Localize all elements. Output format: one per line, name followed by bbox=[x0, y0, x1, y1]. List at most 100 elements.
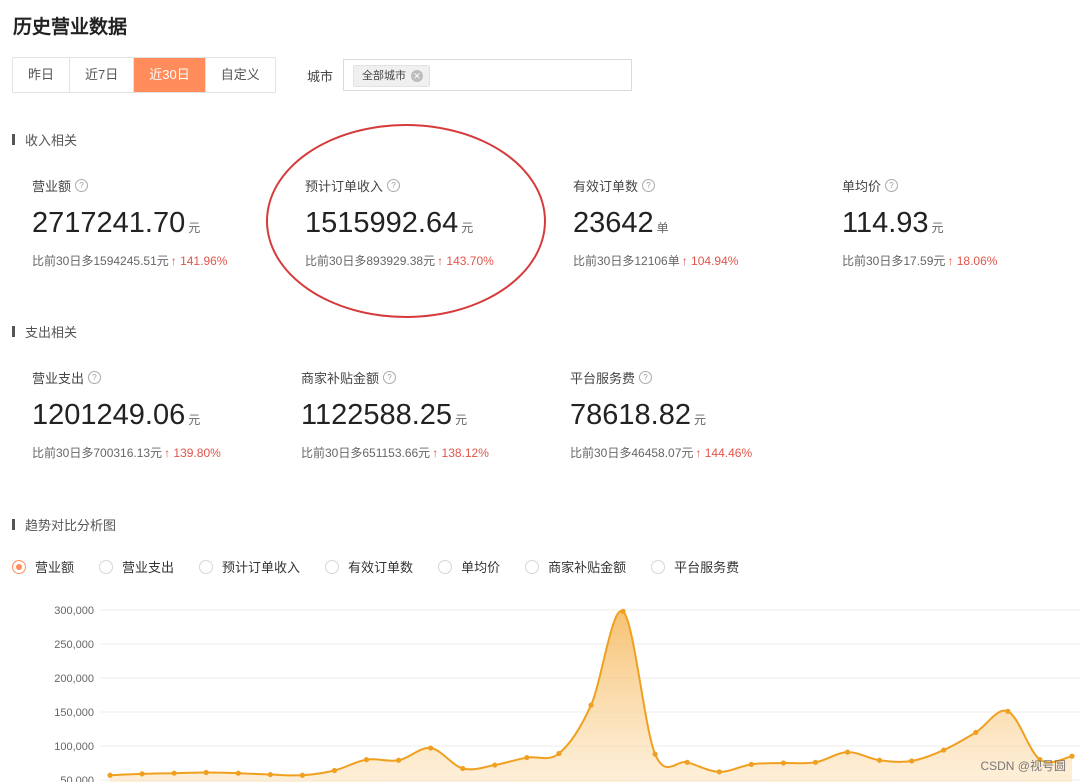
option-label: 预计订单收入 bbox=[222, 560, 301, 575]
city-tag: 全部城市 ✕ bbox=[353, 65, 430, 87]
metric-value: 78618.82 bbox=[570, 399, 691, 431]
metric-label: 营业额 bbox=[32, 179, 72, 194]
metric-value: 1122588.25 bbox=[301, 399, 453, 431]
help-icon[interactable]: ? bbox=[383, 371, 397, 384]
option-revenue[interactable]: 营业额 bbox=[12, 557, 74, 576]
metric-valid-orders: 有效订单数? 23642 单 比前30日多12106单 ↑ 104.94% bbox=[573, 176, 738, 269]
chart-data-point[interactable] bbox=[428, 745, 434, 751]
trend-section-title: 趋势对比分析图 bbox=[12, 515, 116, 534]
chart-data-point[interactable] bbox=[267, 771, 273, 778]
option-label: 营业额 bbox=[35, 560, 75, 575]
expense-section-title: 支出相关 bbox=[12, 322, 77, 341]
chart-data-point[interactable] bbox=[716, 769, 722, 775]
trend-metric-selector: 营业额 营业支出 预计订单收入 有效订单数 单均价 商家补贴金额 平台服务费 bbox=[12, 557, 764, 576]
chart-data-point[interactable] bbox=[524, 754, 530, 761]
close-icon[interactable]: ✕ bbox=[411, 70, 423, 82]
metric-compare: 比前30日多17.59元 bbox=[842, 254, 946, 268]
chart-data-point[interactable] bbox=[460, 765, 466, 772]
date-range-tabs: 昨日 近7日 近30日 自定义 bbox=[12, 57, 276, 93]
metric-label: 有效订单数 bbox=[573, 179, 639, 194]
help-icon[interactable]: ? bbox=[885, 179, 899, 192]
metric-change-pct: ↑ 144.46% bbox=[695, 446, 753, 460]
chart-data-point[interactable] bbox=[299, 772, 305, 778]
chart-data-point[interactable] bbox=[588, 702, 594, 708]
chart-data-point[interactable] bbox=[909, 758, 915, 764]
section-marker bbox=[12, 326, 15, 337]
city-tag-label: 全部城市 bbox=[362, 70, 406, 82]
metric-unit: 元 bbox=[931, 221, 944, 235]
metric-unit: 元 bbox=[693, 413, 706, 427]
chart-data-point[interactable] bbox=[780, 760, 787, 766]
tab-last-30-days[interactable]: 近30日 bbox=[134, 58, 206, 92]
chart-data-point[interactable] bbox=[492, 762, 498, 768]
chart-data-point[interactable] bbox=[363, 757, 370, 763]
page-title: 历史营业数据 bbox=[13, 17, 128, 38]
metric-unit: 元 bbox=[188, 413, 201, 427]
option-label: 营业支出 bbox=[122, 560, 175, 575]
metric-value: 114.93 bbox=[842, 207, 929, 239]
help-icon[interactable]: ? bbox=[642, 179, 656, 192]
trend-chart: 50,000 100,000 150,000 200,000 250,000 300,00… bbox=[54, 605, 1080, 782]
option-avg-order-price[interactable]: 单均价 bbox=[438, 557, 500, 576]
chart-data-point[interactable] bbox=[748, 761, 754, 767]
chart-data-point[interactable] bbox=[235, 770, 241, 776]
chart-data-point[interactable] bbox=[877, 757, 883, 763]
chart-data-point[interactable] bbox=[396, 757, 402, 763]
tab-custom[interactable]: 自定义 bbox=[206, 58, 275, 92]
radio-icon[interactable] bbox=[525, 559, 540, 574]
tab-last-7-days[interactable]: 近7日 bbox=[70, 58, 135, 92]
metric-change-pct: ↑ 141.96% bbox=[170, 254, 228, 268]
metric-compare: 比前30日多651153.66元 bbox=[301, 446, 431, 460]
option-valid-orders[interactable]: 有效订单数 bbox=[325, 557, 413, 576]
chart-data-point[interactable] bbox=[652, 751, 658, 757]
chart-data-point[interactable] bbox=[1069, 753, 1075, 759]
metric-value: 2717241.70 bbox=[32, 207, 186, 239]
tab-yesterday[interactable]: 昨日 bbox=[13, 58, 71, 92]
chart-data-point[interactable] bbox=[203, 769, 209, 776]
help-icon[interactable]: ? bbox=[75, 179, 89, 192]
chart-data-point[interactable] bbox=[620, 608, 626, 614]
chart-data-point[interactable] bbox=[844, 749, 851, 755]
radio-icon[interactable] bbox=[99, 559, 114, 574]
chart-data-point[interactable] bbox=[684, 759, 690, 765]
chart-data-point[interactable] bbox=[1005, 708, 1011, 714]
option-merchant-subsidy[interactable]: 商家补贴金额 bbox=[525, 557, 626, 576]
chart-data-point[interactable] bbox=[556, 750, 562, 757]
option-platform-service-fee[interactable]: 平台服务费 bbox=[651, 557, 739, 576]
metric-change-pct: ↑ 18.06% bbox=[947, 254, 998, 268]
radio-checked-icon[interactable] bbox=[12, 559, 26, 574]
y-tick-label: 100,000 bbox=[54, 741, 94, 753]
income-section-label: 收入相关 bbox=[25, 133, 78, 148]
metric-change-pct: ↑ 138.12% bbox=[432, 446, 489, 460]
option-expected-order-income[interactable]: 预计订单收入 bbox=[199, 557, 300, 576]
metric-operating-expense: 营业支出? 1201249.06 元 比前30日多700316.13元 ↑ 139.… bbox=[32, 368, 221, 461]
section-marker bbox=[12, 519, 15, 530]
radio-icon[interactable] bbox=[438, 559, 453, 574]
metric-label: 平台服务费 bbox=[570, 371, 636, 386]
city-select[interactable]: 全部城市 ✕ bbox=[343, 59, 632, 91]
radio-icon[interactable] bbox=[325, 559, 340, 574]
y-tick-label: 150,000 bbox=[54, 707, 94, 719]
chart-data-point[interactable] bbox=[139, 771, 145, 777]
metric-avg-order-price: 单均价? 114.93 元 比前30日多17.59元 ↑ 18.06% bbox=[842, 176, 997, 269]
chart-data-point[interactable] bbox=[941, 747, 947, 753]
help-icon[interactable]: ? bbox=[88, 371, 102, 384]
chart-data-point[interactable] bbox=[973, 729, 979, 735]
help-icon[interactable]: ? bbox=[639, 371, 653, 384]
y-tick-label: 300,000 bbox=[54, 605, 94, 617]
option-operating-expense[interactable]: 营业支出 bbox=[99, 557, 174, 576]
metric-revenue: 营业额? 2717241.70 元 比前30日多1594245.51元 ↑ 141.… bbox=[32, 176, 227, 269]
annotation-circle bbox=[266, 124, 546, 318]
expense-section-label: 支出相关 bbox=[25, 325, 78, 340]
option-label: 平台服务费 bbox=[674, 560, 740, 575]
metric-change-pct: ↑ 139.80% bbox=[164, 446, 221, 460]
y-tick-label: 250,000 bbox=[54, 639, 94, 651]
radio-icon[interactable] bbox=[199, 559, 214, 574]
chart-data-point[interactable] bbox=[331, 767, 338, 774]
metric-change-pct: ↑ 104.94% bbox=[681, 254, 739, 268]
chart-data-point[interactable] bbox=[171, 770, 177, 776]
radio-icon[interactable] bbox=[651, 559, 666, 574]
option-label: 单均价 bbox=[461, 560, 501, 575]
chart-data-point[interactable] bbox=[107, 772, 113, 778]
chart-data-point[interactable] bbox=[812, 759, 819, 765]
